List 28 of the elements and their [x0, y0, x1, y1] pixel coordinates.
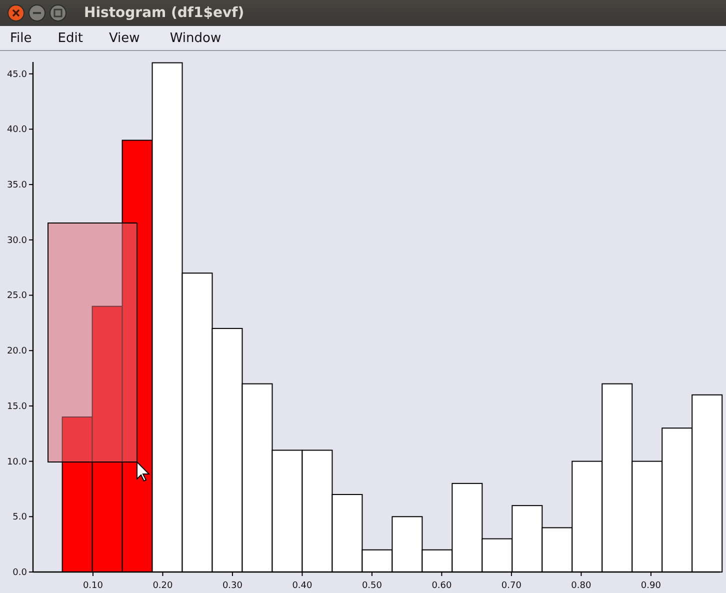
x-tick-label: 0.80 — [571, 581, 592, 591]
x-tick-label: 0.30 — [222, 581, 242, 591]
menu-item[interactable]: File — [2, 30, 40, 46]
menu-item[interactable]: Window — [162, 30, 230, 46]
x-tick-label: 0.70 — [501, 581, 522, 591]
y-tick-label: 20.0 — [6, 346, 27, 357]
maximize-icon[interactable] — [49, 4, 67, 22]
y-tick-label: 35.0 — [6, 180, 27, 191]
window-title: Histogram (df1$evf) — [84, 5, 244, 21]
close-icon[interactable] — [7, 4, 25, 22]
y-tick-label: 0.0 — [12, 568, 27, 578]
y-tick-label: 15.0 — [6, 402, 27, 412]
menu-item[interactable]: View — [100, 30, 148, 46]
y-tick-label: 45.0 — [6, 70, 27, 80]
minimize-icon[interactable] — [28, 4, 46, 22]
y-tick-label: 25.0 — [6, 291, 27, 302]
y-tick-label: 5.0 — [12, 512, 27, 523]
y-tick-label: 30.0 — [6, 236, 27, 246]
menu-item[interactable]: Edit — [50, 30, 91, 46]
x-tick-label: 0.10 — [82, 581, 103, 591]
y-tick-label: 40.0 — [6, 125, 27, 136]
x-tick-label: 0.50 — [362, 581, 382, 591]
mouse-pointer-icon — [136, 460, 150, 482]
x-tick-label: 0.20 — [152, 581, 173, 591]
x-tick-label: 0.40 — [292, 581, 312, 591]
x-tick-label: 0.90 — [640, 581, 661, 591]
y-tick-label: 10.0 — [6, 457, 27, 468]
x-tick-label: 0.60 — [432, 581, 452, 591]
